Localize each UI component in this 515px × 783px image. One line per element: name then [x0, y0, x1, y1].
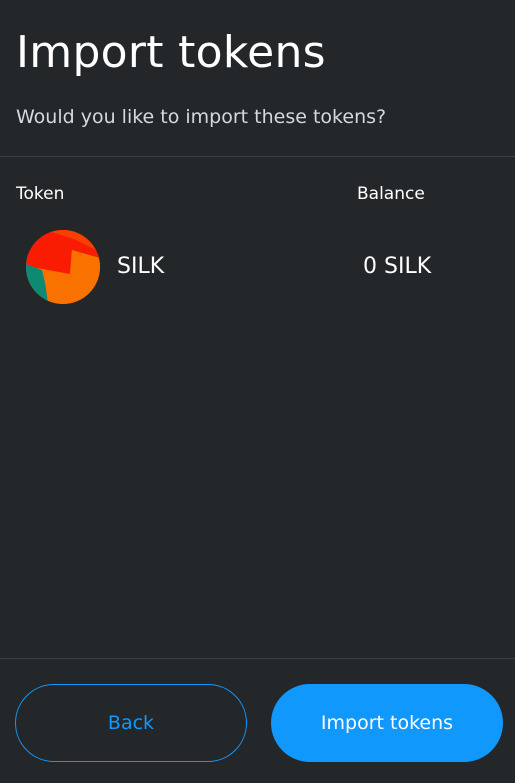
footer-divider	[0, 658, 515, 659]
import-tokens-page: Import tokens Would you like to import t…	[0, 0, 515, 783]
header-divider	[0, 156, 515, 157]
page-subtitle: Would you like to import these tokens?	[16, 106, 387, 128]
token-row: SILK 0 SILK	[0, 228, 515, 304]
token-balance: 0 SILK	[363, 254, 432, 279]
token-identicon-icon	[26, 230, 100, 304]
balance-column-header: Balance	[357, 184, 425, 204]
page-title: Import tokens	[16, 27, 326, 78]
identicon-graphic	[26, 230, 100, 304]
token-column-header: Token	[16, 184, 65, 204]
token-symbol: SILK	[117, 254, 165, 279]
import-tokens-button[interactable]: Import tokens	[271, 684, 503, 762]
back-button[interactable]: Back	[15, 684, 247, 762]
